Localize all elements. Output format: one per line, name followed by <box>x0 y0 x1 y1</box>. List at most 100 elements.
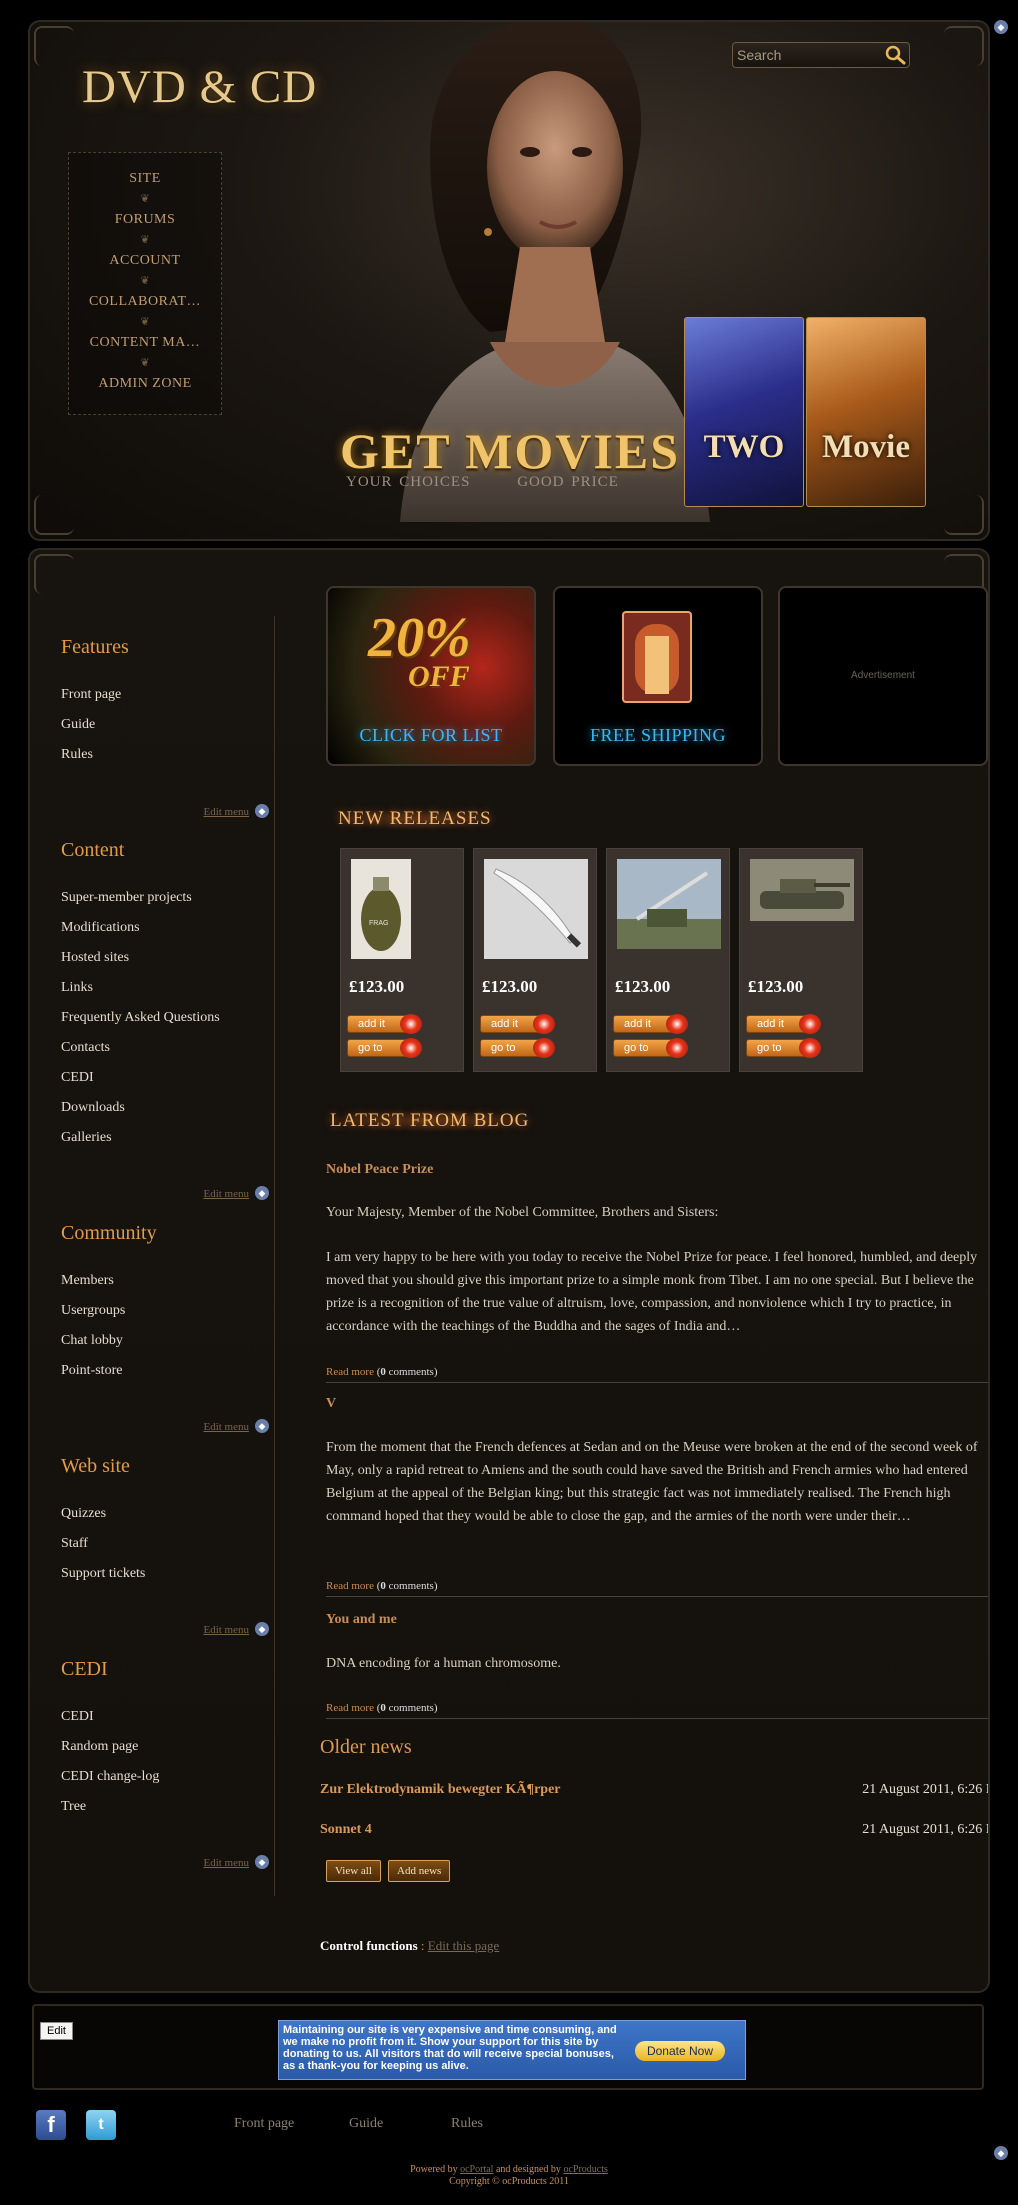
sidebar-section-web-site: Web site Quizzes Staff Support tickets <box>61 1455 271 1589</box>
go-to-product-button[interactable]: go to <box>613 1038 688 1058</box>
news-title-link[interactable]: Sonnet 4 <box>320 1822 372 1837</box>
sidebar-item-cedi-change-log[interactable]: CEDI change-log <box>61 1762 271 1792</box>
hero-title: GET MOVIES <box>340 423 680 479</box>
sword-image <box>484 859 588 959</box>
swirl-icon <box>400 1038 422 1058</box>
comment-label: comments <box>388 1702 434 1714</box>
footer-link-guide[interactable]: Guide <box>349 2116 383 2132</box>
donate-banner[interactable]: Maintaining our site is very expensive a… <box>278 2020 746 2080</box>
footer-bar: Edit Maintaining our site is very expens… <box>32 2004 984 2090</box>
corner-ornament <box>944 26 984 66</box>
sidebar-item-chat-lobby[interactable]: Chat lobby <box>61 1326 271 1356</box>
sidebar-item-quizzes[interactable]: Quizzes <box>61 1499 271 1529</box>
blog-post-title[interactable]: V <box>326 1396 336 1412</box>
sidebar-item-contacts[interactable]: Contacts <box>61 1033 271 1063</box>
promo-discount[interactable]: 20% OFF CLICK FOR LIST <box>326 586 536 766</box>
add-to-cart-button[interactable]: add it <box>347 1014 422 1034</box>
go-to-product-button[interactable]: go to <box>746 1038 821 1058</box>
edit-this-page-link[interactable]: Edit this page <box>428 1938 500 1953</box>
swirl-icon <box>666 1038 688 1058</box>
add-to-cart-button[interactable]: add it <box>613 1014 688 1034</box>
product-price: £123.00 <box>615 977 671 996</box>
sidebar-item-galleries[interactable]: Galleries <box>61 1123 271 1153</box>
add-news-button[interactable]: Add news <box>388 1860 451 1882</box>
site-header: DVD & CD SITE ❦ FORUMS ❦ ACCOUNT ❦ COLLA… <box>28 20 990 541</box>
ocportal-link[interactable]: ocPortal <box>460 2164 493 2175</box>
edit-menu-link[interactable]: Edit menu ◆ <box>203 1186 271 1200</box>
go-to-product-button[interactable]: go to <box>480 1038 555 1058</box>
sidebar-item-modifications[interactable]: Modifications <box>61 913 271 943</box>
ocproducts-link[interactable]: ocProducts <box>563 2164 607 2175</box>
advertisement-slot[interactable]: Advertisement <box>778 586 988 766</box>
edit-menu-link[interactable]: Edit menu ◆ <box>203 1622 271 1636</box>
sidebar-heading: Community <box>61 1222 157 1244</box>
sidebar-section-content: Content Super-member projects Modificati… <box>61 839 271 1153</box>
blog-post-text: Your Majesty, Member of the Nobel Commit… <box>326 1205 719 1220</box>
edit-button[interactable]: Edit <box>40 2022 73 2040</box>
comment-label: comments <box>388 1580 434 1592</box>
sidebar-item-links[interactable]: Links <box>61 973 271 1003</box>
sidebar-item-front-page[interactable]: Front page <box>61 680 271 710</box>
sidebar-item-rules[interactable]: Rules <box>61 740 271 770</box>
edit-arrow-icon: ◆ <box>255 1419 269 1433</box>
product-price: £123.00 <box>482 977 538 996</box>
sidebar-item-faq[interactable]: Frequently Asked Questions <box>61 1003 271 1033</box>
read-more-link[interactable]: Read more <box>326 1580 374 1592</box>
go-to-product-button[interactable]: go to <box>347 1038 422 1058</box>
product-price: £123.00 <box>349 977 405 996</box>
sidebar-item-cedi[interactable]: CEDI <box>61 1063 271 1093</box>
search-box <box>732 42 910 68</box>
nav-admin-zone[interactable]: ADMIN ZONE <box>69 370 221 411</box>
add-to-cart-button[interactable]: add it <box>480 1014 555 1034</box>
sidebar-item-random-page[interactable]: Random page <box>61 1732 271 1762</box>
grenade-image: FRAG <box>351 859 411 959</box>
sidebar-item-hosted-sites[interactable]: Hosted sites <box>61 943 271 973</box>
read-more-link[interactable]: Read more <box>326 1702 374 1714</box>
site-title[interactable]: DVD & CD <box>82 60 317 114</box>
sidebar-item-super-member-projects[interactable]: Super-member projects <box>61 883 271 913</box>
designed-by-text: and designed by <box>495 2164 561 2175</box>
edit-menu-link[interactable]: Edit menu ◆ <box>203 1855 271 1869</box>
copyright-text: Copyright © ocProducts 2011 <box>449 2176 569 2187</box>
promo-discount-off: OFF <box>408 660 470 693</box>
sidebar-item-members[interactable]: Members <box>61 1266 271 1296</box>
sidebar-item-usergroups[interactable]: Usergroups <box>61 1296 271 1326</box>
news-title-link[interactable]: Zur Elektrodynamik bewegter KÃ¶rper <box>320 1782 561 1797</box>
twitter-icon[interactable]: t <box>86 2110 116 2140</box>
blog-separator <box>326 1382 988 1383</box>
view-all-button[interactable]: View all <box>326 1860 381 1882</box>
read-more-row: Read more (0 comments) <box>326 1580 438 1592</box>
scroll-arrow-icon[interactable]: ◆ <box>994 2146 1008 2160</box>
scroll-arrow-icon[interactable]: ◆ <box>994 20 1008 34</box>
sidebar-heading: Content <box>61 839 125 861</box>
facebook-icon[interactable]: f <box>36 2110 66 2140</box>
search-input[interactable] <box>737 45 877 65</box>
movie-box-movie: Movie <box>806 317 926 507</box>
footer-link-rules[interactable]: Rules <box>451 2116 483 2132</box>
swirl-icon <box>666 1014 688 1034</box>
sidebar-item-guide[interactable]: Guide <box>61 710 271 740</box>
search-button[interactable] <box>883 44 907 66</box>
sidebar-item-staff[interactable]: Staff <box>61 1529 271 1559</box>
movie-box-label: Movie <box>822 429 910 465</box>
footer-link-front-page[interactable]: Front page <box>234 2116 294 2132</box>
sidebar-item-point-store[interactable]: Point-store <box>61 1356 271 1386</box>
product-card: £123.00 add it go to <box>739 848 863 1072</box>
sidebar-item-support-tickets[interactable]: Support tickets <box>61 1559 271 1589</box>
edit-menu-link[interactable]: Edit menu ◆ <box>203 804 271 818</box>
goto-button-label: go to <box>358 1042 383 1054</box>
swirl-icon <box>533 1038 555 1058</box>
sidebar-item-tree[interactable]: Tree <box>61 1792 271 1822</box>
promo-shipping[interactable]: FREE SHIPPING <box>553 586 763 766</box>
edit-menu-link[interactable]: Edit menu ◆ <box>203 1419 271 1433</box>
read-more-link[interactable]: Read more <box>326 1366 374 1378</box>
blog-post-title[interactable]: Nobel Peace Prize <box>326 1162 433 1178</box>
read-more-row: Read more (0 comments) <box>326 1702 438 1714</box>
donate-text: Maintaining our site is very expensive a… <box>283 2024 617 2072</box>
add-to-cart-button[interactable]: add it <box>746 1014 821 1034</box>
sidebar-item-downloads[interactable]: Downloads <box>61 1093 271 1123</box>
comment-count: 0 <box>380 1580 386 1592</box>
blog-post-title[interactable]: You and me <box>326 1612 397 1628</box>
sidebar-item-cedi-home[interactable]: CEDI <box>61 1702 271 1732</box>
donate-now-button[interactable]: Donate Now <box>635 2041 725 2061</box>
